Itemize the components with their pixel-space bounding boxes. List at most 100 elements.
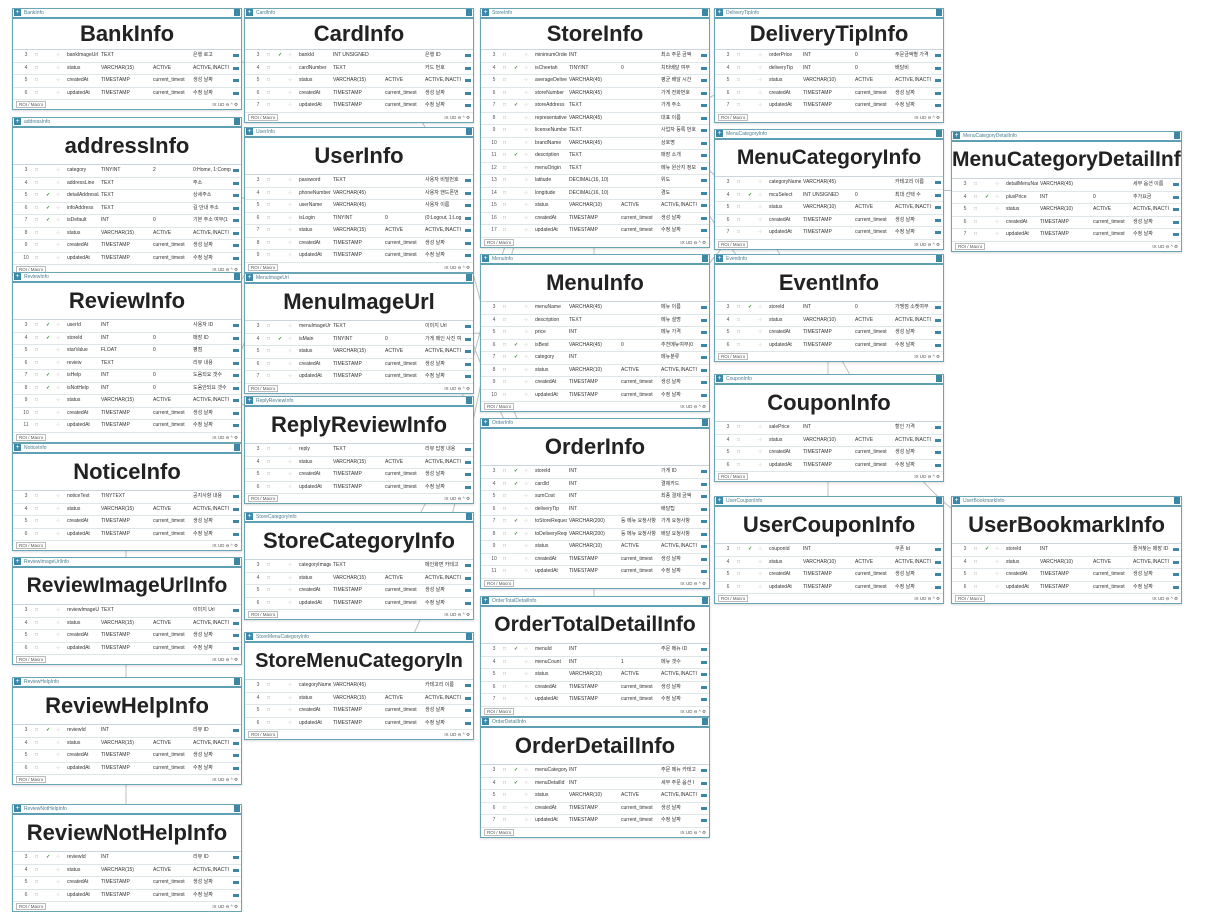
pk-checkbox-icon[interactable]: □ [503,765,513,776]
remove-column-icon[interactable] [935,104,941,107]
table-tab[interactable]: + MenuImageUrl [245,274,473,284]
table-tab[interactable]: + MenuCategoryInfo [715,130,943,140]
column-row[interactable]: □ ⊹ 6 updatedAt TIMESTAMP current_timest 수정 날짜 [245,598,473,610]
pk-checkbox-icon[interactable]: □ [503,694,513,705]
trash-icon[interactable] [234,9,240,16]
column-row[interactable]: □⊹3detailMenuNameVARCHAR(45)세부 옵션 이름 [952,179,1181,192]
remove-column-icon[interactable] [701,819,707,822]
column-row[interactable]: □ ⊹ 3 minimumOrder INT 최소 주문 금액 [481,50,709,63]
pk-checkbox-icon[interactable]: □ [503,225,513,236]
roi-selector[interactable]: ROI / Macro [248,113,279,121]
remove-column-icon[interactable] [701,781,707,785]
column-row[interactable]: □ ⊹ 6 updatedAt TIMESTAMP current_timest 수정 날짜 [13,763,241,775]
remove-column-icon[interactable] [465,337,471,341]
pk-checkbox-icon[interactable]: □ [503,365,513,376]
table-tab[interactable]: + UserBookmarkInfo [952,497,1181,507]
roi-selector[interactable]: ROI / Macro [16,433,47,441]
pk-checkbox-icon[interactable]: □ [503,815,513,826]
pk-checkbox-icon[interactable]: □ [35,643,45,654]
column-row[interactable]: □ ⊹ 5 createdAt TIMESTAMP current_timest 생성 날짜 [13,877,241,890]
remove-column-icon[interactable] [233,54,239,57]
pk-checkbox-icon[interactable]: □ [503,188,513,199]
expand-icon[interactable]: + [14,678,21,685]
pk-checkbox-icon[interactable]: □ [267,88,277,99]
remove-column-icon[interactable] [233,324,239,327]
pk-checkbox-icon[interactable]: □ [35,725,45,736]
remove-column-icon[interactable] [701,154,707,157]
remove-column-icon[interactable] [233,634,239,637]
column-row[interactable]: □ ⊹ 3 ✓ couponId INT 쿠폰 Id [715,544,943,557]
trash-icon[interactable] [234,118,240,125]
roi-selector[interactable]: ROI / Macro [718,473,749,480]
table-tools-icons[interactable]: IX UD ⊖ ^ ⚙ [914,594,940,603]
trash-icon[interactable] [702,718,708,725]
expand-icon[interactable]: + [482,718,489,725]
column-row[interactable]: □ ⊹ 5 createdAt TIMESTAMP current_timest 생성 날짜 [13,630,241,643]
remove-column-icon[interactable] [701,393,707,397]
pk-checkbox-icon[interactable]: □ [503,554,513,565]
remove-column-icon[interactable] [701,648,707,651]
remove-column-icon[interactable] [1173,585,1179,589]
pk-checkbox-icon[interactable]: □ [267,718,277,729]
column-row[interactable]: □ ⊹ 6 createdAt TIMESTAMP current_timest 생성 날짜 [952,217,1181,229]
column-row[interactable]: □ ⊹ 5 status VARCHAR(15) ACTIVE ACTIVE,INACTI [245,75,473,88]
remove-column-icon[interactable] [935,451,941,454]
column-row[interactable]: □ ⊹ 5 createdAt TIMESTAMP current_timest 생성 날짜 [715,569,943,582]
table-tab[interactable]: + addressInfo [13,118,241,128]
pk-checkbox-icon[interactable]: □ [267,225,277,236]
column-row[interactable]: □ ⊹ 17 updatedAt TIMESTAMP current_timest 수정 날… [481,225,709,238]
remove-column-icon[interactable] [935,54,941,57]
column-row[interactable]: □ ⊹ 3 ✓ bankId INT UNSIGNED 은행 ID [245,50,473,63]
column-row[interactable]: □⊹5averageDeliveryVARCHAR(45)평균 배달 시간 [481,75,709,88]
expand-icon[interactable]: + [246,128,253,135]
remove-column-icon[interactable] [233,411,239,415]
pk-checkbox-icon[interactable]: □ [267,50,277,61]
column-row[interactable]: □ ⊹ 3 ✓ storeId INT 0 가맹점 소켓여부 [715,302,943,315]
trash-icon[interactable] [466,9,472,16]
remove-column-icon[interactable] [233,169,239,172]
remove-column-icon[interactable] [701,116,707,120]
pk-checkbox-icon[interactable]: □ [503,88,513,99]
pk-checkbox-icon[interactable]: □ [503,163,513,174]
pk-checkbox-icon[interactable]: □ [737,435,747,446]
column-row[interactable]: □ ⊹ 3 categoryName VARCHAR(45) 카테고리 이름 [715,177,943,190]
trash-icon[interactable] [1174,132,1180,139]
pk-checkbox-icon[interactable]: □ [267,371,277,382]
pk-checkbox-icon[interactable]: □ [503,491,513,502]
table-menucategorydetailinfo[interactable]: + MenuCategoryDetailInfo MenuCategoryDetai… [951,131,1182,252]
column-row[interactable]: □ ⊹ 6 ✓ infoAddress TEXT 길 안내 주소 [13,203,241,215]
pk-checkbox-icon[interactable]: □ [35,228,45,239]
trash-icon[interactable] [702,255,708,262]
table-tab[interactable]: + ReplyReviewInfo [245,397,473,407]
roi-selector[interactable]: ROI / Macro [484,579,515,587]
table-tools-icons[interactable]: IX UD ⊖ ^ ⚙ [914,472,940,481]
expand-icon[interactable]: + [14,273,21,280]
table-userinfo[interactable]: + UserInfo UserInfo □ ⊹ 3 password TEXT 사용자 비밀번호… [244,127,474,273]
remove-column-icon[interactable] [233,219,239,222]
table-tools-icons[interactable]: IX UD ⊖ ^ ⚙ [1152,594,1178,603]
remove-column-icon[interactable] [233,729,239,732]
table-tools-icons[interactable]: IX UD ⊖ ^ ⚙ [1152,242,1178,251]
remove-column-icon[interactable] [701,166,707,170]
remove-column-icon[interactable] [465,564,471,567]
table-tools-icons[interactable]: IX UD ⊖ ^ ⚙ [914,352,940,361]
column-row[interactable]: □ ⊹ 7 ✓ category INT 메뉴분류 [481,352,709,365]
pk-checkbox-icon[interactable]: □ [35,408,45,419]
column-row[interactable]: □ ⊹ 3 ✓ storeId INT 가게 ID [481,466,709,479]
table-usercouponinfo[interactable]: + UserCouponInfo UserCouponInfo □ ⊹ 3 ✓ couponI… [714,496,944,604]
table-storeinfo[interactable]: + StoreInfo StoreInfo □ ⊹ 3 minimumOrder INT 최소 … [480,8,710,248]
roi-selector[interactable]: ROI / Macro [248,384,279,392]
trash-icon[interactable] [936,255,942,262]
table-tab[interactable]: + StoreMenuCategoryInfo [245,633,473,643]
column-row[interactable]: □ ⊹ 11 ✓ description TEXT 매장 소개 [481,150,709,163]
table-tab[interactable]: + MenuCategoryDetailInfo [952,132,1181,142]
remove-column-icon[interactable] [935,463,941,467]
table-menucategoryinfo[interactable]: + MenuCategoryInfo MenuCategoryInfo □ ⊹ 3 cate… [714,129,944,250]
pk-checkbox-icon[interactable]: □ [503,113,513,124]
pk-checkbox-icon[interactable]: □ [503,479,513,490]
remove-column-icon[interactable] [701,557,707,561]
pk-checkbox-icon[interactable]: □ [737,460,747,471]
table-menuinfo[interactable]: + MenuInfo MenuInfo □ ⊹ 3 menuName VARCHAR(45) 메… [480,254,710,412]
column-row[interactable]: □ ⊹ 6 review TEXT 리뷰 내용 [13,358,241,370]
column-row[interactable]: □ ⊹ 3 category TINYINT 2 0:Home, 1:Comp [13,165,241,178]
